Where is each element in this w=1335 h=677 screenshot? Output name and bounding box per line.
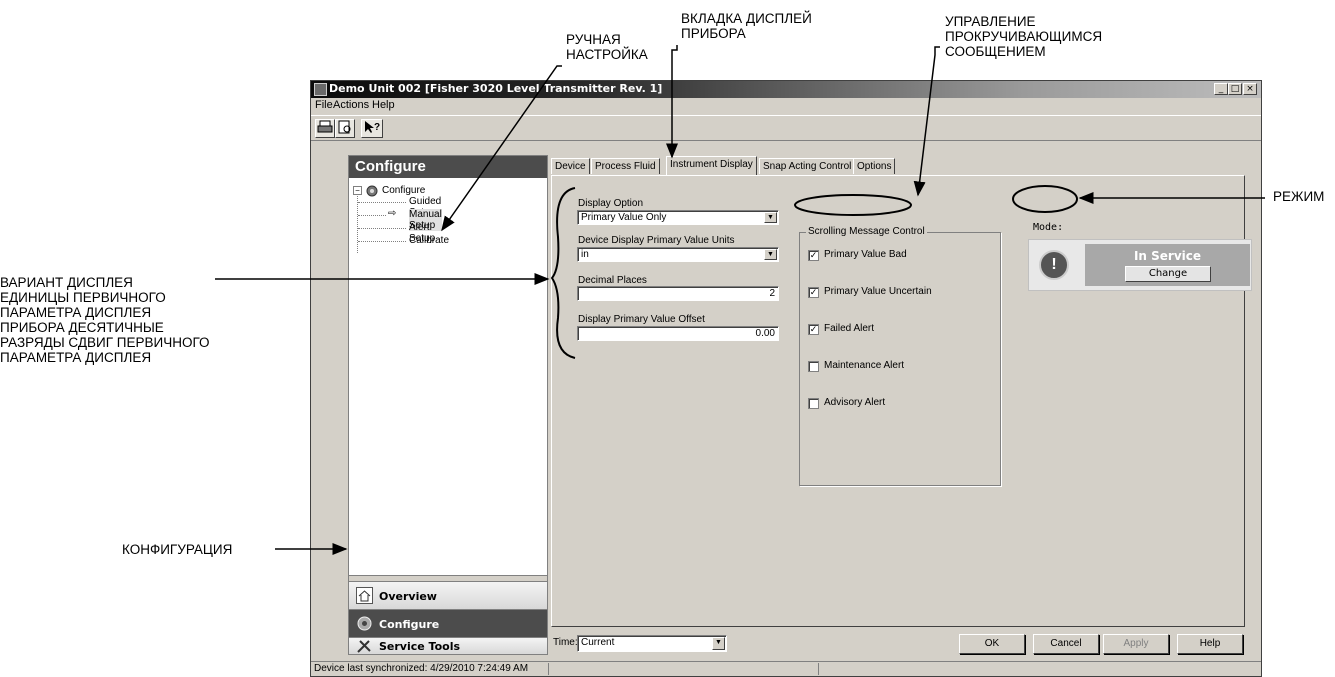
callout-annotations bbox=[215, 45, 1265, 555]
callout-line-instrument-tab bbox=[666, 45, 678, 159]
callout-line-manual-setup bbox=[441, 65, 562, 232]
display-fields-brace bbox=[550, 187, 576, 359]
callout-line-scrolling bbox=[913, 46, 940, 197]
mode-highlight-ellipse bbox=[1012, 185, 1078, 213]
scrolling-highlight-ellipse bbox=[794, 194, 912, 216]
